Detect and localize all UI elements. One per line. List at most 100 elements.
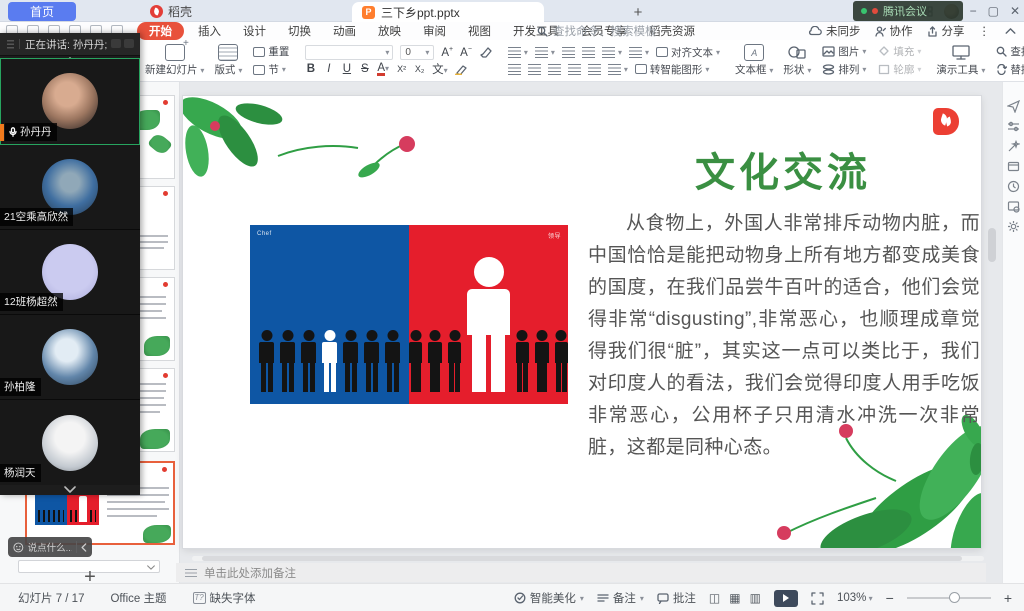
slide-title[interactable]: 文化交流 bbox=[653, 140, 913, 198]
docer-tab[interactable]: 稻壳 bbox=[140, 2, 202, 21]
zoom-level-select[interactable]: 103% ▾ bbox=[837, 592, 873, 604]
picture-button[interactable]: 图片▾ bbox=[822, 44, 866, 59]
share-button[interactable]: 分享 bbox=[927, 23, 965, 39]
slide-body-text[interactable]: 从食物上，外国人非常排斥动物内脏，而中国恰恰是能把动物身上所有地方都变成美食的国… bbox=[588, 208, 980, 464]
fit-window-icon[interactable] bbox=[811, 592, 824, 605]
superscript-button[interactable]: X² bbox=[396, 64, 407, 74]
home-button[interactable]: 首页 bbox=[8, 2, 76, 21]
magic-wand-icon[interactable] bbox=[1007, 140, 1020, 153]
justify-button[interactable] bbox=[568, 64, 581, 75]
text-effects-button[interactable]: 文▾ bbox=[432, 61, 448, 77]
notes-bar[interactable]: 单击此处添加备注 bbox=[176, 563, 986, 582]
meeting-chat-bubble[interactable]: 说点什么... bbox=[8, 537, 92, 557]
tab-design[interactable]: 设计 bbox=[232, 23, 277, 39]
distribute-button[interactable] bbox=[588, 64, 601, 75]
strikethrough-button[interactable]: S bbox=[359, 63, 370, 75]
participant-tile[interactable]: 杨润天 bbox=[0, 400, 140, 485]
notes-toggle-button[interactable]: 备注▾ bbox=[597, 590, 644, 606]
align-left-button[interactable] bbox=[508, 64, 521, 75]
zoom-in-button[interactable]: + bbox=[1004, 590, 1012, 606]
presentation-tools-button[interactable]: 演示工具 ▾ bbox=[931, 43, 990, 78]
tab-slideshow[interactable]: 放映 bbox=[367, 23, 412, 39]
text-box-button[interactable]: A 文本框 ▾ bbox=[730, 43, 778, 78]
chat-input-placeholder[interactable]: 说点什么... bbox=[28, 540, 73, 554]
sync-status-button[interactable]: 未同步 bbox=[808, 23, 861, 39]
increase-font-icon[interactable]: A+ bbox=[441, 46, 453, 59]
highlight-color-icon[interactable] bbox=[455, 64, 468, 75]
maximize-button[interactable]: ▢ bbox=[988, 4, 999, 18]
decrease-font-icon[interactable]: A− bbox=[460, 46, 472, 59]
slide-7[interactable]: 文化交流 从食物上，外国人非常排斥动物内脏，而中国恰恰是能把动物身上所有地方都变… bbox=[183, 96, 981, 548]
expand-participants-icon[interactable] bbox=[64, 486, 77, 493]
section-button[interactable]: 节 ▾ bbox=[253, 62, 289, 77]
sliders-icon[interactable] bbox=[1007, 120, 1020, 133]
layout-frame-icon[interactable] bbox=[1007, 160, 1020, 173]
columns-button[interactable]: ▾ bbox=[608, 64, 628, 75]
missing-font-warning[interactable]: T? 缺失字体 bbox=[193, 590, 256, 606]
participant-tile[interactable]: 21空乘高欣然 bbox=[0, 145, 140, 230]
image-settings-icon[interactable] bbox=[1007, 200, 1020, 213]
align-center-button[interactable] bbox=[528, 64, 541, 75]
timer-icon[interactable] bbox=[1007, 180, 1020, 193]
arrange-button[interactable]: 排列▾ bbox=[822, 62, 866, 77]
vertical-scrollbar[interactable] bbox=[988, 228, 996, 262]
tab-review[interactable]: 审阅 bbox=[412, 23, 457, 39]
collaborate-button[interactable]: 协作 bbox=[875, 23, 913, 39]
align-text-button[interactable]: 对齐文本▾ bbox=[656, 45, 720, 60]
command-search-input[interactable]: 查找命令、搜索模板 bbox=[537, 23, 657, 39]
font-size-select[interactable]: 0▾ bbox=[400, 45, 434, 60]
meeting-window-buttons[interactable] bbox=[111, 39, 134, 48]
font-name-select[interactable]: ▾ bbox=[305, 45, 393, 60]
collapse-ribbon-icon[interactable] bbox=[1005, 28, 1016, 34]
zoom-slider[interactable] bbox=[907, 597, 991, 599]
numbered-list-button[interactable]: ▾ bbox=[535, 47, 555, 58]
slideshow-play-button[interactable] bbox=[774, 590, 798, 607]
decrease-indent-button[interactable] bbox=[562, 47, 575, 58]
increase-indent-button[interactable] bbox=[582, 47, 595, 58]
find-button[interactable]: 查找 bbox=[996, 44, 1024, 59]
minimize-button[interactable]: − bbox=[970, 4, 977, 18]
text-direction-button[interactable]: ▾ bbox=[629, 47, 649, 58]
line-spacing-button[interactable]: ▾ bbox=[602, 47, 622, 58]
tab-transition[interactable]: 切换 bbox=[277, 23, 322, 39]
horizontal-scrollbar[interactable] bbox=[192, 556, 984, 561]
document-tab[interactable]: P 三下乡ppt.pptx bbox=[352, 2, 544, 22]
paper-plane-icon[interactable] bbox=[1007, 100, 1020, 113]
zoom-slider-knob[interactable] bbox=[949, 592, 960, 603]
replace-button[interactable]: 替换▾ bbox=[996, 62, 1024, 77]
more-menu-button[interactable]: ⋮ bbox=[979, 24, 992, 38]
comments-button[interactable]: 批注 bbox=[657, 590, 696, 606]
meeting-speaking-bar[interactable]: 正在讲话: 孙丹丹; bbox=[0, 33, 140, 56]
to-smart-diagram-button[interactable]: 转智能图形▾ bbox=[635, 62, 710, 77]
bold-button[interactable]: B bbox=[305, 63, 316, 75]
reset-button[interactable]: 重置 bbox=[253, 44, 289, 59]
theme-name[interactable]: Office 主题 bbox=[110, 590, 166, 606]
tab-insert[interactable]: 插入 bbox=[187, 23, 232, 39]
participant-tile-active[interactable]: 孙丹丹 bbox=[0, 58, 140, 145]
culture-comparison-image[interactable]: Chef 领导 bbox=[250, 225, 568, 404]
close-button[interactable]: ✕ bbox=[1010, 4, 1020, 18]
new-tab-button[interactable]: + bbox=[628, 2, 648, 22]
reading-view-button[interactable]: ▥ bbox=[750, 591, 761, 605]
italic-button[interactable]: I bbox=[323, 63, 334, 75]
layout-button[interactable]: 版式 ▾ bbox=[209, 43, 247, 78]
shapes-button[interactable]: 形状 ▾ bbox=[778, 43, 816, 78]
participant-tile[interactable]: 12班杨超然 bbox=[0, 230, 140, 315]
tencent-meeting-overlay[interactable]: 正在讲话: 孙丹丹; 孙丹丹 21空乘高欣然 12班杨超然 孙柏隆 杨润天 bbox=[0, 33, 140, 495]
align-right-button[interactable] bbox=[548, 64, 561, 75]
bullet-list-button[interactable]: ▾ bbox=[508, 47, 528, 58]
normal-view-button[interactable]: ◫ bbox=[709, 591, 720, 605]
tencent-meeting-badge[interactable]: 腾讯会议 bbox=[853, 1, 963, 21]
beautify-button[interactable]: 智能美化▾ bbox=[514, 590, 584, 606]
gear-icon[interactable] bbox=[1007, 220, 1020, 233]
tab-home[interactable]: 开始 bbox=[137, 22, 184, 40]
zoom-out-button[interactable]: − bbox=[886, 590, 894, 606]
drag-handle-icon[interactable] bbox=[7, 40, 14, 49]
underline-button[interactable]: U bbox=[341, 63, 352, 75]
participant-tile[interactable]: 孙柏隆 bbox=[0, 315, 140, 400]
font-color-button[interactable]: A▾ bbox=[377, 62, 389, 76]
collapse-chat-icon[interactable] bbox=[81, 543, 87, 552]
tab-view[interactable]: 视图 bbox=[457, 23, 502, 39]
subscript-button[interactable]: X₂ bbox=[414, 64, 425, 74]
emoji-icon[interactable] bbox=[13, 542, 24, 553]
